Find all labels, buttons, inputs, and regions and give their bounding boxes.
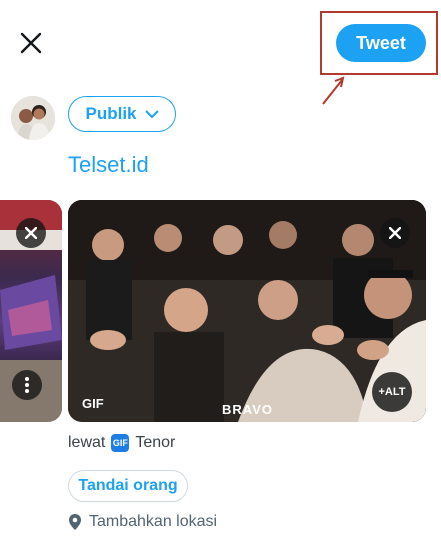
gif-badge: GIF <box>82 396 104 411</box>
add-alt-text-button[interactable]: +ALT <box>372 372 412 412</box>
tenor-gif-icon: GIF <box>111 434 130 452</box>
media-thumbnail-left[interactable] <box>0 200 62 422</box>
add-location-label: Tambahkan lokasi <box>89 513 218 530</box>
media-more-options-button[interactable] <box>12 370 42 400</box>
tweet-text[interactable]: Telset.id <box>68 152 149 178</box>
close-button[interactable] <box>12 24 50 62</box>
close-icon <box>389 227 401 239</box>
avatar[interactable] <box>11 96 55 140</box>
gif-media-card[interactable]: GIF BRAVO +ALT <box>68 200 426 422</box>
chevron-down-icon <box>144 109 159 118</box>
via-label: lewat <box>68 434 106 451</box>
gif-attribution: lewat GIF Tenor <box>68 434 175 452</box>
gif-caption: BRAVO <box>222 402 273 417</box>
remove-media-left-button[interactable] <box>16 218 46 248</box>
audience-label: Publik <box>85 104 137 123</box>
close-icon <box>25 227 37 239</box>
close-icon <box>20 32 42 54</box>
audience-selector-button[interactable]: Publik <box>68 96 176 132</box>
tag-people-button[interactable]: Tandai orang <box>68 470 188 502</box>
annotation-arrow-icon <box>322 76 345 105</box>
more-vertical-icon <box>25 377 29 393</box>
add-location-button[interactable]: Tambahkan lokasi <box>68 513 217 531</box>
remove-gif-button[interactable] <box>380 218 410 248</box>
provider-name: Tenor <box>135 434 176 451</box>
avatar-photo <box>11 96 55 140</box>
annotation-highlight-box <box>320 11 438 75</box>
location-pin-icon <box>69 514 81 530</box>
